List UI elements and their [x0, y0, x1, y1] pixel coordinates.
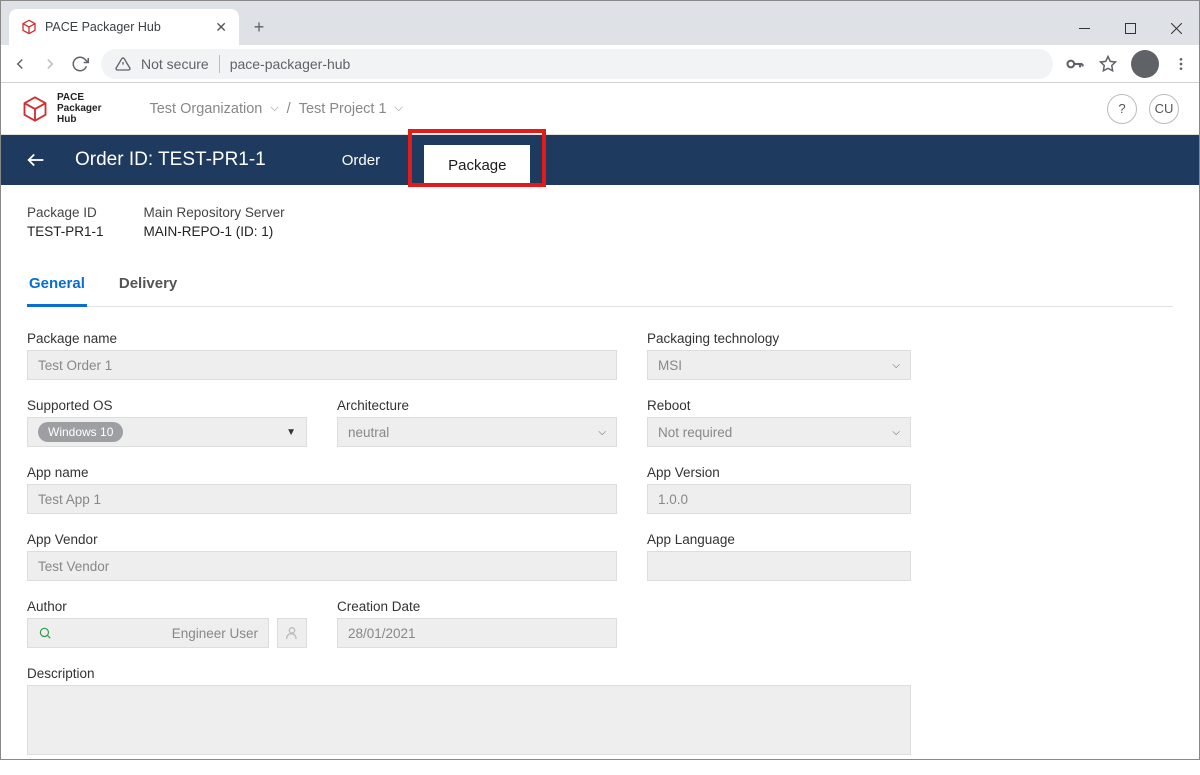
supported-os-label: Supported OS	[27, 398, 307, 413]
os-chip: Windows 10	[38, 422, 123, 442]
caret-down-icon: ▼	[286, 427, 296, 438]
back-button[interactable]	[25, 149, 47, 171]
packaging-tech-label: Packaging technology	[647, 331, 911, 346]
tab-package-container: Package	[416, 135, 538, 185]
close-tab-icon[interactable]: ✕	[215, 19, 227, 36]
window-close-button[interactable]	[1153, 11, 1199, 45]
description-label: Description	[27, 666, 911, 681]
not-secure-label: Not secure	[141, 56, 209, 72]
menu-icon[interactable]	[1173, 56, 1189, 72]
window-maximize-button[interactable]	[1107, 11, 1153, 45]
app-name-input[interactable]: Test App 1	[27, 484, 617, 514]
architecture-label: Architecture	[337, 398, 617, 413]
app-version-input[interactable]: 1.0.0	[647, 484, 911, 514]
tab-order[interactable]: Order	[334, 135, 388, 185]
breadcrumb-org[interactable]: Test Organization	[149, 101, 262, 117]
search-icon	[38, 626, 52, 640]
new-tab-button[interactable]: +	[245, 13, 273, 41]
app-version-label: App Version	[647, 465, 911, 480]
chevron-down-icon: ⌵	[892, 360, 900, 371]
app-vendor-input[interactable]: Test Vendor	[27, 551, 617, 581]
assign-user-button[interactable]	[277, 618, 307, 648]
sub-tab-general[interactable]: General	[27, 267, 87, 307]
breadcrumb-project[interactable]: Test Project 1	[299, 101, 387, 117]
repo-label: Main Repository Server	[144, 205, 285, 220]
key-icon[interactable]	[1065, 54, 1085, 74]
browser-tab[interactable]: PACE Packager Hub ✕	[9, 9, 239, 45]
package-name-input[interactable]: Test Order 1	[27, 350, 617, 380]
app-name-label: App name	[27, 465, 617, 480]
page-title: Order ID: TEST-PR1-1	[75, 149, 266, 171]
package-name-label: Package name	[27, 331, 617, 346]
app-vendor-label: App Vendor	[27, 532, 617, 547]
browser-reload-button[interactable]	[71, 55, 89, 73]
author-input[interactable]: Engineer User	[27, 618, 269, 648]
tab-package[interactable]: Package	[424, 145, 530, 185]
app-language-label: App Language	[647, 532, 911, 547]
chevron-down-icon[interactable]: ⌵	[270, 102, 278, 115]
reboot-select[interactable]: Not required⌵	[647, 417, 911, 447]
chevron-down-icon: ⌵	[892, 427, 900, 438]
reboot-label: Reboot	[647, 398, 911, 413]
address-bar[interactable]: Not secure pace-packager-hub	[101, 49, 1053, 79]
author-label: Author	[27, 599, 307, 614]
chevron-down-icon[interactable]: ⌵	[395, 102, 403, 115]
window-minimize-button[interactable]	[1061, 11, 1107, 45]
logo-text: PACE Packager Hub	[57, 92, 101, 125]
favicon-icon	[21, 19, 37, 35]
description-textarea[interactable]	[27, 685, 911, 755]
chevron-down-icon: ⌵	[598, 427, 606, 438]
breadcrumb: Test Organization ⌵ / Test Project 1 ⌵	[149, 101, 402, 117]
packaging-tech-select[interactable]: MSI⌵	[647, 350, 911, 380]
repo-value: MAIN-REPO-1 (ID: 1)	[144, 224, 285, 239]
not-secure-icon	[115, 56, 131, 72]
app-logo[interactable]: PACE Packager Hub	[21, 92, 101, 125]
browser-back-button[interactable]	[11, 55, 29, 73]
star-icon[interactable]	[1099, 55, 1117, 73]
creation-date-label: Creation Date	[337, 599, 617, 614]
breadcrumb-sep: /	[287, 101, 291, 117]
tab-title: PACE Packager Hub	[45, 20, 161, 34]
architecture-select[interactable]: neutral⌵	[337, 417, 617, 447]
package-id-label: Package ID	[27, 205, 104, 220]
browser-forward-button[interactable]	[41, 55, 59, 73]
logo-cube-icon	[21, 95, 49, 123]
creation-date-input[interactable]: 28/01/2021	[337, 618, 617, 648]
supported-os-select[interactable]: Windows 10 ▼	[27, 417, 307, 447]
url-text: pace-packager-hub	[230, 56, 351, 72]
address-separator	[219, 55, 220, 73]
help-button[interactable]: ?	[1107, 94, 1137, 124]
sub-tab-delivery[interactable]: Delivery	[117, 267, 179, 306]
profile-avatar-icon[interactable]	[1131, 50, 1159, 78]
user-menu-button[interactable]: CU	[1149, 94, 1179, 124]
app-language-input[interactable]	[647, 551, 911, 581]
package-id-value: TEST-PR1-1	[27, 224, 104, 239]
